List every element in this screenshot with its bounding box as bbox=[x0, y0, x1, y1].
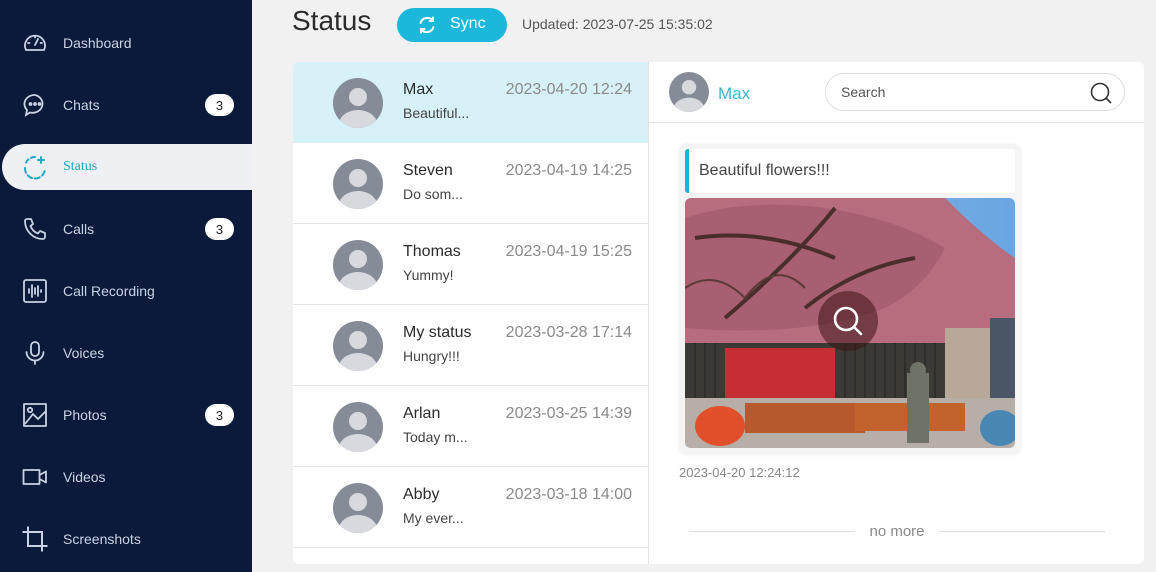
status-time: 2023-03-28 17:14 bbox=[505, 324, 632, 341]
sidebar-item-label: Screenshots bbox=[63, 531, 141, 547]
sidebar-item-videos[interactable]: Videos bbox=[0, 454, 252, 500]
status-time: 2023-04-20 12:24 bbox=[505, 81, 632, 98]
sidebar-item-chats[interactable]: Chats 3 bbox=[0, 82, 252, 128]
status-list-item[interactable]: Thomas Yummy! 2023-04-19 15:25 bbox=[293, 224, 648, 305]
sidebar-item-label: Videos bbox=[63, 469, 106, 485]
detail-contact-name: Max bbox=[718, 84, 751, 103]
contact-name: My status bbox=[403, 324, 472, 341]
search-icon[interactable] bbox=[1090, 82, 1112, 104]
contact-name: Thomas bbox=[403, 243, 461, 260]
search-input[interactable] bbox=[841, 82, 1081, 102]
status-preview: My ever... bbox=[403, 510, 464, 526]
status-add-icon bbox=[22, 154, 48, 180]
dashboard-icon bbox=[22, 30, 48, 56]
unread-badge: 3 bbox=[205, 218, 234, 240]
status-list-item[interactable]: Arlan Today m... 2023-03-25 14:39 bbox=[293, 386, 648, 467]
last-updated-text: Updated: 2023-07-25 15:35:02 bbox=[522, 16, 713, 32]
phone-icon bbox=[22, 216, 48, 242]
sidebar-item-label: Chats bbox=[63, 97, 100, 113]
contact-name: Max bbox=[403, 81, 434, 98]
status-list-item[interactable]: Abby My ever... 2023-03-18 14:00 bbox=[293, 467, 648, 548]
sidebar-item-voices[interactable]: Voices bbox=[0, 330, 252, 376]
post-timestamp: 2023-04-20 12:24:12 bbox=[679, 465, 800, 480]
unread-badge: 3 bbox=[205, 404, 234, 426]
status-preview: Beautiful... bbox=[403, 105, 470, 121]
status-time: 2023-03-18 14:00 bbox=[505, 486, 632, 503]
status-detail-panel: Max Beautiful flowers!!! bbox=[648, 62, 1145, 564]
sidebar-item-label: Dashboard bbox=[63, 35, 132, 51]
avatar-icon bbox=[333, 78, 383, 128]
sidebar-item-photos[interactable]: Photos 3 bbox=[0, 392, 252, 438]
avatar-icon bbox=[333, 321, 383, 371]
waveform-icon bbox=[22, 278, 48, 304]
sync-button[interactable]: Sync bbox=[397, 8, 507, 42]
avatar-icon bbox=[333, 240, 383, 290]
crop-icon bbox=[22, 526, 48, 552]
detail-header: Max bbox=[649, 62, 1145, 123]
status-preview: Today m... bbox=[403, 429, 468, 445]
status-time: 2023-03-25 14:39 bbox=[505, 405, 632, 422]
status-time: 2023-04-19 14:25 bbox=[505, 162, 632, 179]
status-preview: Hungry!!! bbox=[403, 348, 460, 364]
contact-name: Arlan bbox=[403, 405, 441, 422]
status-preview: Do som... bbox=[403, 186, 463, 202]
magnifier-icon bbox=[833, 306, 863, 336]
status-list-item[interactable]: Max Beautiful... 2023-04-20 12:24 bbox=[293, 62, 648, 143]
sidebar-item-label: Photos bbox=[63, 407, 107, 423]
sidebar-item-label: Voices bbox=[63, 345, 105, 361]
status-preview: Yummy! bbox=[403, 267, 454, 283]
avatar-icon bbox=[333, 402, 383, 452]
sync-label: Sync bbox=[450, 15, 486, 32]
video-camera-icon bbox=[22, 464, 48, 490]
image-icon bbox=[22, 402, 48, 428]
page-title: Status bbox=[292, 5, 372, 36]
microphone-icon bbox=[22, 340, 48, 366]
end-of-list-divider: no more bbox=[689, 522, 1105, 542]
post-caption: Beautiful flowers!!! bbox=[685, 149, 1015, 193]
divider-line bbox=[939, 531, 1105, 532]
post-caption-text: Beautiful flowers!!! bbox=[699, 162, 830, 179]
sidebar-item-label: Call Recording bbox=[63, 283, 155, 299]
sidebar-item-calls[interactable]: Calls 3 bbox=[0, 206, 252, 252]
status-post: Beautiful flowers!!! bbox=[679, 144, 1021, 455]
sidebar-item-call-recording[interactable]: Call Recording bbox=[0, 268, 252, 314]
avatar-icon bbox=[669, 72, 709, 112]
contact-name: Abby bbox=[403, 486, 440, 503]
sidebar-item-label: Calls bbox=[63, 221, 95, 237]
sidebar-item-screenshots[interactable]: Screenshots bbox=[0, 516, 252, 562]
status-time: 2023-04-19 15:25 bbox=[505, 243, 632, 260]
zoom-photo-button[interactable] bbox=[818, 291, 878, 351]
sidebar-item-label: Status bbox=[63, 159, 98, 174]
avatar-icon bbox=[333, 159, 383, 209]
status-list-item[interactable]: Steven Do som... 2023-04-19 14:25 bbox=[293, 143, 648, 224]
sidebar-item-dashboard[interactable]: Dashboard bbox=[0, 20, 252, 66]
contact-name: Steven bbox=[403, 162, 453, 179]
chat-icon bbox=[22, 92, 48, 118]
sidebar-item-status[interactable]: Status bbox=[2, 144, 252, 190]
avatar-icon bbox=[333, 483, 383, 533]
status-list: Max Beautiful... 2023-04-20 12:24 Steven… bbox=[293, 62, 648, 564]
unread-badge: 3 bbox=[205, 94, 234, 116]
status-list-item[interactable]: My status Hungry!!! 2023-03-28 17:14 bbox=[293, 305, 648, 386]
post-photo[interactable] bbox=[685, 198, 1015, 448]
search-box bbox=[825, 73, 1125, 111]
sidebar: Dashboard Chats 3 Status Calls 3 Call Re… bbox=[0, 0, 252, 572]
sync-icon bbox=[419, 16, 435, 34]
